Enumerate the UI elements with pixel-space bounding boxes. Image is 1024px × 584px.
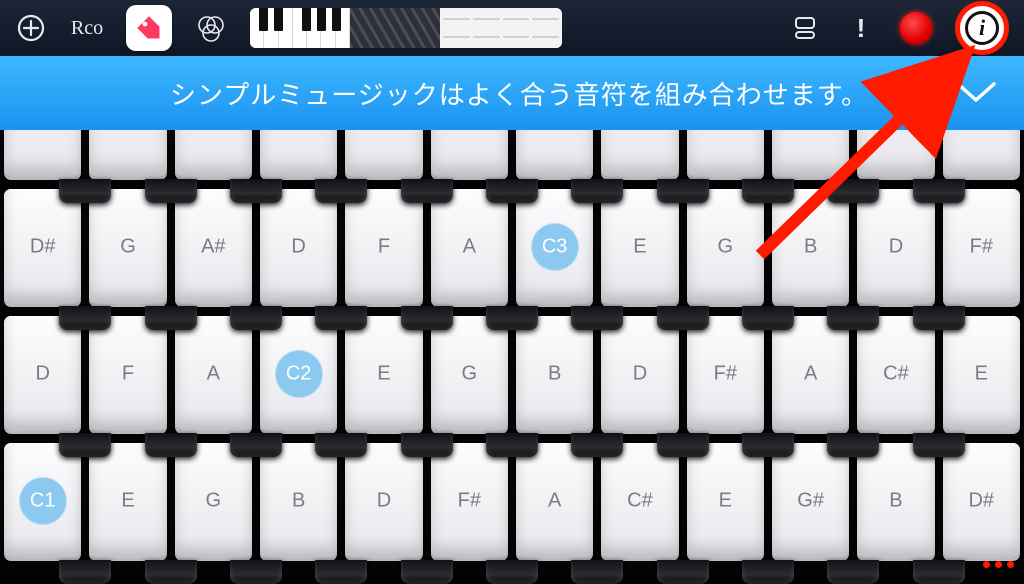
black-key-gap — [230, 560, 282, 584]
black-key-gap — [827, 433, 879, 457]
fretboard-icon — [350, 8, 440, 48]
layers-button[interactable] — [788, 11, 822, 45]
black-key-gap — [742, 560, 794, 584]
black-key-gap — [571, 560, 623, 584]
record-button[interactable] — [900, 7, 932, 49]
black-key-gap — [571, 179, 623, 203]
black-key-gap — [315, 306, 367, 330]
tag-button[interactable] — [126, 7, 172, 49]
black-key-gap — [230, 433, 282, 457]
black-key-gap — [401, 433, 453, 457]
toolbar: Rco — [0, 0, 1024, 56]
black-key-gap — [486, 306, 538, 330]
black-key-gap — [657, 433, 709, 457]
black-key-gap — [913, 179, 965, 203]
black-key-gap — [401, 560, 453, 584]
venn-button[interactable] — [194, 11, 228, 45]
black-key-gap — [315, 179, 367, 203]
black-key-gap — [401, 306, 453, 330]
add-button[interactable] — [14, 11, 48, 45]
note-highlight — [531, 223, 579, 271]
black-key-gap — [315, 433, 367, 457]
instrument-picker[interactable] — [250, 7, 562, 49]
black-key-gap — [571, 433, 623, 457]
black-key-gap — [486, 433, 538, 457]
note-grid: FG#CD#GA#DFAC#EG#D#GA#DFAC3EGBDF#DFAC2EG… — [0, 56, 1024, 576]
black-key-gap — [913, 433, 965, 457]
black-key-gap — [742, 179, 794, 203]
black-key-gap — [827, 179, 879, 203]
black-key-gap — [657, 179, 709, 203]
black-key-gap — [571, 306, 623, 330]
tag-icon — [136, 15, 162, 41]
black-key-gap — [145, 560, 197, 584]
black-key-gap — [486, 560, 538, 584]
black-key-gap — [657, 306, 709, 330]
info-button[interactable]: i — [954, 0, 1010, 56]
black-key-gap — [657, 560, 709, 584]
record-icon — [900, 12, 932, 44]
note-highlight — [19, 477, 67, 525]
black-key-gap — [145, 433, 197, 457]
black-key-gap — [230, 306, 282, 330]
logo-icon: Rco — [70, 11, 104, 45]
black-key-gap — [486, 179, 538, 203]
black-key-gap — [913, 306, 965, 330]
chevron-down-icon[interactable] — [954, 78, 998, 113]
black-key-gap — [827, 560, 879, 584]
note-highlight — [275, 350, 323, 398]
black-key-gap — [59, 179, 111, 203]
black-key-gap — [59, 306, 111, 330]
pads-icon — [440, 8, 562, 48]
info-icon: i — [965, 11, 999, 45]
piano-icon — [250, 8, 350, 48]
black-key-gap — [59, 433, 111, 457]
black-key-gap — [742, 306, 794, 330]
black-key-gap — [59, 560, 111, 584]
black-key-gap — [145, 306, 197, 330]
help-banner-text: シンプルミュージックはよく合う音符を組み合わせます。 — [170, 75, 868, 112]
black-key-gap — [913, 560, 965, 584]
black-key-gap — [742, 433, 794, 457]
black-key-gap — [827, 306, 879, 330]
black-key-gap — [315, 560, 367, 584]
black-key-gap — [230, 179, 282, 203]
black-key-gap — [145, 179, 197, 203]
overflow-dots[interactable] — [983, 561, 1014, 568]
black-key-gap — [401, 179, 453, 203]
help-banner: シンプルミュージックはよく合う音符を組み合わせます。 — [0, 56, 1024, 130]
alert-button[interactable]: ! — [844, 11, 878, 45]
